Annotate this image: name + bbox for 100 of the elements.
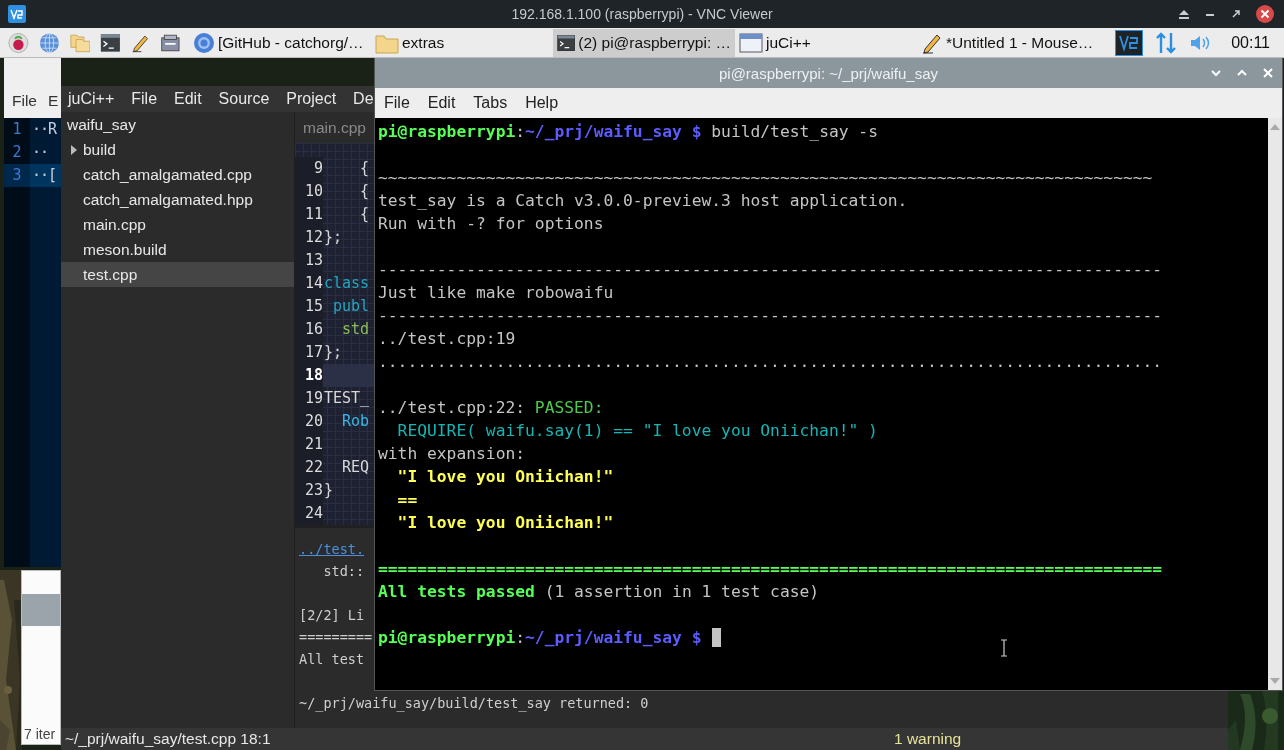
terminal-text: == (396, 489, 418, 511)
line-number: 20 (295, 410, 323, 433)
code-text: Rob (341, 411, 370, 432)
line-number: 23 (295, 479, 323, 502)
line-number: 22 (295, 456, 323, 479)
menu-item[interactable]: juCi++ (68, 90, 115, 108)
code-text: publ (332, 296, 370, 317)
line-number: 16 (295, 318, 323, 341)
terminal-text: ../test.cpp:19 (378, 328, 516, 350)
terminal-text: All tests passed (378, 581, 535, 603)
menu-item[interactable]: De (353, 90, 374, 108)
terminal-text: REQUIRE( waifu.say(1) == "I love you Oniichan!" ) (396, 420, 878, 442)
menu-item[interactable]: Tabs (473, 94, 508, 112)
menu-item[interactable]: Edit (174, 90, 202, 108)
line-number: 10 (295, 180, 323, 203)
terminal-text: (1 assertion in 1 test case) (543, 581, 820, 603)
globe-icon[interactable] (38, 30, 60, 55)
code-text: } (323, 480, 334, 501)
menu-item[interactable]: Project (286, 90, 337, 108)
eject-icon[interactable] (1178, 8, 1190, 20)
terminal-text: -------------------------------------------------------------------------------- (378, 259, 1163, 281)
collapsed-arrow-icon[interactable] (70, 144, 78, 155)
line-number: 13 (295, 249, 323, 272)
output-line: [2/2] Li (299, 607, 365, 623)
close-icon[interactable] (1256, 5, 1274, 23)
code-text: { (359, 181, 370, 202)
terminal-text: pi@raspberrypi (378, 121, 516, 143)
taskbar-button[interactable]: juCi++ (735, 28, 917, 57)
menu-item[interactable]: File (12, 92, 37, 110)
terminal-text: with expansion: (378, 443, 526, 465)
line-number: 19 (295, 387, 323, 410)
terminal-text: ../test.cpp:22: (378, 397, 527, 419)
line-number: 17 (295, 341, 323, 364)
line-number: 11 (295, 203, 323, 226)
terminal-text: Run with -? for options (378, 213, 604, 235)
line-number: 24 (295, 502, 323, 525)
file-link[interactable]: ../test. (299, 541, 365, 557)
taskbar-button[interactable]: extras (371, 28, 553, 57)
terminal-text: : (515, 121, 526, 143)
line-number: 2 (11, 142, 23, 163)
line-number: 12 (295, 226, 323, 249)
browser-icon (193, 31, 215, 54)
code-line: ··R (31, 119, 58, 140)
terminal-text: ~/_prj/waifu_say $ (525, 627, 702, 649)
code-text: std (341, 319, 370, 340)
vnc-icon[interactable] (1115, 29, 1144, 56)
taskbar-button[interactable]: [GitHub - catchorg/… (189, 28, 371, 57)
menu-item[interactable]: Help (525, 94, 559, 112)
terminal-text: -------------------------------------------------------------------------------- (378, 305, 1163, 327)
output-line: All test (299, 651, 365, 667)
status-text: 7 iter (23, 726, 57, 744)
tree-item[interactable]: main.cpp (61, 212, 294, 237)
code-text: TEST_ (323, 388, 370, 409)
taskbar-button[interactable]: (2) pi@raspberrypi: … (553, 28, 735, 57)
line-number: 18 (295, 364, 323, 387)
terminal-text: ~/_prj/waifu_say $ (525, 121, 702, 143)
output-line: std:: (322, 563, 365, 579)
tree-item[interactable]: catch_amalgamated.hpp (61, 187, 294, 212)
menu-item[interactable]: File (384, 94, 410, 112)
tree-item[interactable]: test.cpp (61, 262, 294, 287)
tree-item[interactable]: waifu_say (61, 112, 294, 137)
code-text: }; (323, 227, 343, 248)
output-line: ========= (299, 629, 373, 645)
code-line: ·· (31, 142, 50, 163)
menu-item[interactable]: E (48, 92, 59, 110)
line-number: 15 (295, 295, 323, 318)
window-title: 192.168.1.100 (raspberrypi) - VNC Viewer (511, 6, 773, 22)
warning-count: 1 warning (894, 730, 962, 748)
terminal-text: : (515, 627, 526, 649)
line-number: 3 (4, 164, 30, 187)
file-tab[interactable]: main.cpp (295, 112, 374, 143)
vnc-logo-icon (8, 5, 26, 23)
tree-item[interactable]: meson.build (61, 237, 294, 262)
code-text: class (323, 273, 370, 294)
network-arrows-icon[interactable] (1155, 30, 1178, 55)
terminal-text: "I love you Oniichan!" (396, 466, 614, 488)
terminal-text: build/test_say -s (710, 121, 878, 143)
terminal-text: test_say is a Catch v3.0.0-preview.3 host application. (378, 190, 908, 212)
tree-item[interactable]: build (61, 137, 294, 162)
tree-item[interactable]: catch_amalgamated.cpp (61, 162, 294, 187)
clock: 00:11 (1231, 33, 1270, 52)
menu-item[interactable]: Edit (427, 94, 456, 112)
menu-item[interactable]: Source (218, 90, 270, 108)
selected-row (22, 594, 60, 626)
terminal-text: "I love you Oniichan!" (396, 512, 614, 534)
line-number: 14 (295, 272, 323, 295)
terminal-icon[interactable] (100, 31, 122, 54)
line-number: 1 (11, 119, 23, 140)
raspberry-icon[interactable] (8, 30, 29, 55)
taskbar-button[interactable]: *Untitled 1 - Mouse… (917, 28, 1099, 57)
status-text: ~/_prj/waifu_say/test.cpp 18:1 (64, 730, 272, 748)
ibeam-pointer-icon (1000, 639, 1008, 657)
menu-item[interactable]: File (131, 90, 158, 108)
line-number: 9 (295, 157, 323, 180)
code-text: REQ (341, 457, 370, 478)
terminal-text: ================================================================================ (378, 558, 1163, 580)
terminal-text: ~~~~~~~~~~~~~~~~~~~~~~~~~~~~~~~~~~~~~~~~~~~~~~~~~~~~~~~~~~~~~~~~~~~~~~~~~~~~~~~ (378, 167, 1153, 189)
restore-icon[interactable] (1230, 8, 1242, 20)
code-text: }; (323, 342, 343, 363)
terminal-text: PASSED: (534, 397, 604, 419)
